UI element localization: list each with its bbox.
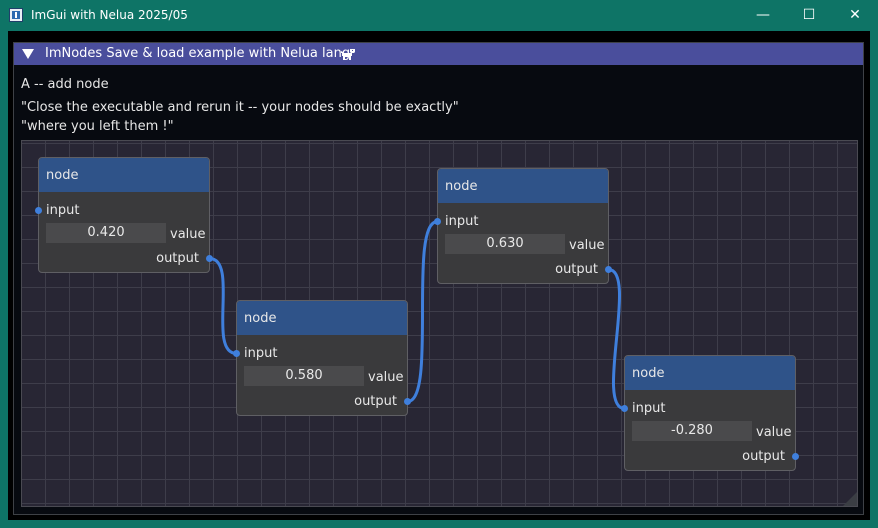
output-pin[interactable] <box>206 255 213 262</box>
value-label: value <box>368 370 404 385</box>
output-label: output <box>742 449 785 464</box>
input-pin[interactable] <box>434 218 441 225</box>
imgui-window-title: ImNodes Save & load example with Nelua l… <box>45 46 351 61</box>
node-1[interactable]: node input 0.420 value output <box>35 157 213 273</box>
value-field[interactable]: 0.580 <box>244 366 364 386</box>
node-editor-canvas[interactable]: node input 0.420 value output node input… <box>21 140 858 507</box>
node-header[interactable]: node <box>237 301 407 335</box>
close-button[interactable]: ✕ <box>832 0 878 31</box>
value-field[interactable]: -0.280 <box>632 421 752 441</box>
help-add-node: A -- add node <box>21 77 109 92</box>
output-label: output <box>354 394 397 409</box>
node-2[interactable]: node input 0.580 value output <box>233 300 411 416</box>
resize-grip[interactable] <box>843 492 857 506</box>
link-1[interactable] <box>209 257 237 355</box>
link-2[interactable] <box>407 220 438 403</box>
collapse-arrow-icon[interactable] <box>22 49 34 59</box>
node-title: node <box>244 311 277 326</box>
app-window: ImGui with Nelua 2025/05 — ☐ ✕ ImNodes S… <box>0 0 878 528</box>
help-persist-line1: "Close the executable and rerun it -- yo… <box>21 100 459 115</box>
node-header[interactable]: node <box>438 169 608 203</box>
maximize-button[interactable]: ☐ <box>786 0 832 31</box>
value-field[interactable]: 0.630 <box>445 234 565 254</box>
help-persist-line2: "where you left them !" <box>21 119 174 134</box>
output-pin[interactable] <box>605 266 612 273</box>
value-field[interactable]: 0.420 <box>46 223 166 243</box>
node-3[interactable]: node input 0.630 value output <box>434 168 612 284</box>
value-label: value <box>756 425 792 440</box>
imgui-window-titlebar[interactable]: ImNodes Save & load example with Nelua l… <box>14 43 863 65</box>
input-label: input <box>244 346 278 361</box>
output-label: output <box>156 251 199 266</box>
link-3[interactable] <box>608 268 625 410</box>
input-label: input <box>46 203 80 218</box>
value-label: value <box>569 238 605 253</box>
minimize-button[interactable]: — <box>740 0 786 31</box>
output-pin[interactable] <box>404 398 411 405</box>
input-pin[interactable] <box>233 350 240 357</box>
imgui-window: ImNodes Save & load example with Nelua l… <box>13 42 864 515</box>
node-4[interactable]: node input -0.280 value output <box>621 355 799 471</box>
node-title: node <box>46 168 79 183</box>
input-label: input <box>445 214 479 229</box>
value-label: value <box>170 227 206 242</box>
output-pin[interactable] <box>792 453 799 460</box>
node-header[interactable]: node <box>39 158 209 192</box>
node-title: node <box>632 366 665 381</box>
input-pin[interactable] <box>35 207 42 214</box>
app-icon <box>9 8 23 22</box>
client-area: ImNodes Save & load example with Nelua l… <box>8 31 870 520</box>
input-label: input <box>632 401 666 416</box>
window-titlebar[interactable]: ImGui with Nelua 2025/05 — ☐ ✕ <box>0 0 878 31</box>
dog-icon <box>341 49 355 60</box>
node-title: node <box>445 179 478 194</box>
window-title: ImGui with Nelua 2025/05 <box>31 8 188 22</box>
output-label: output <box>555 262 598 277</box>
node-header[interactable]: node <box>625 356 795 390</box>
input-pin[interactable] <box>621 405 628 412</box>
